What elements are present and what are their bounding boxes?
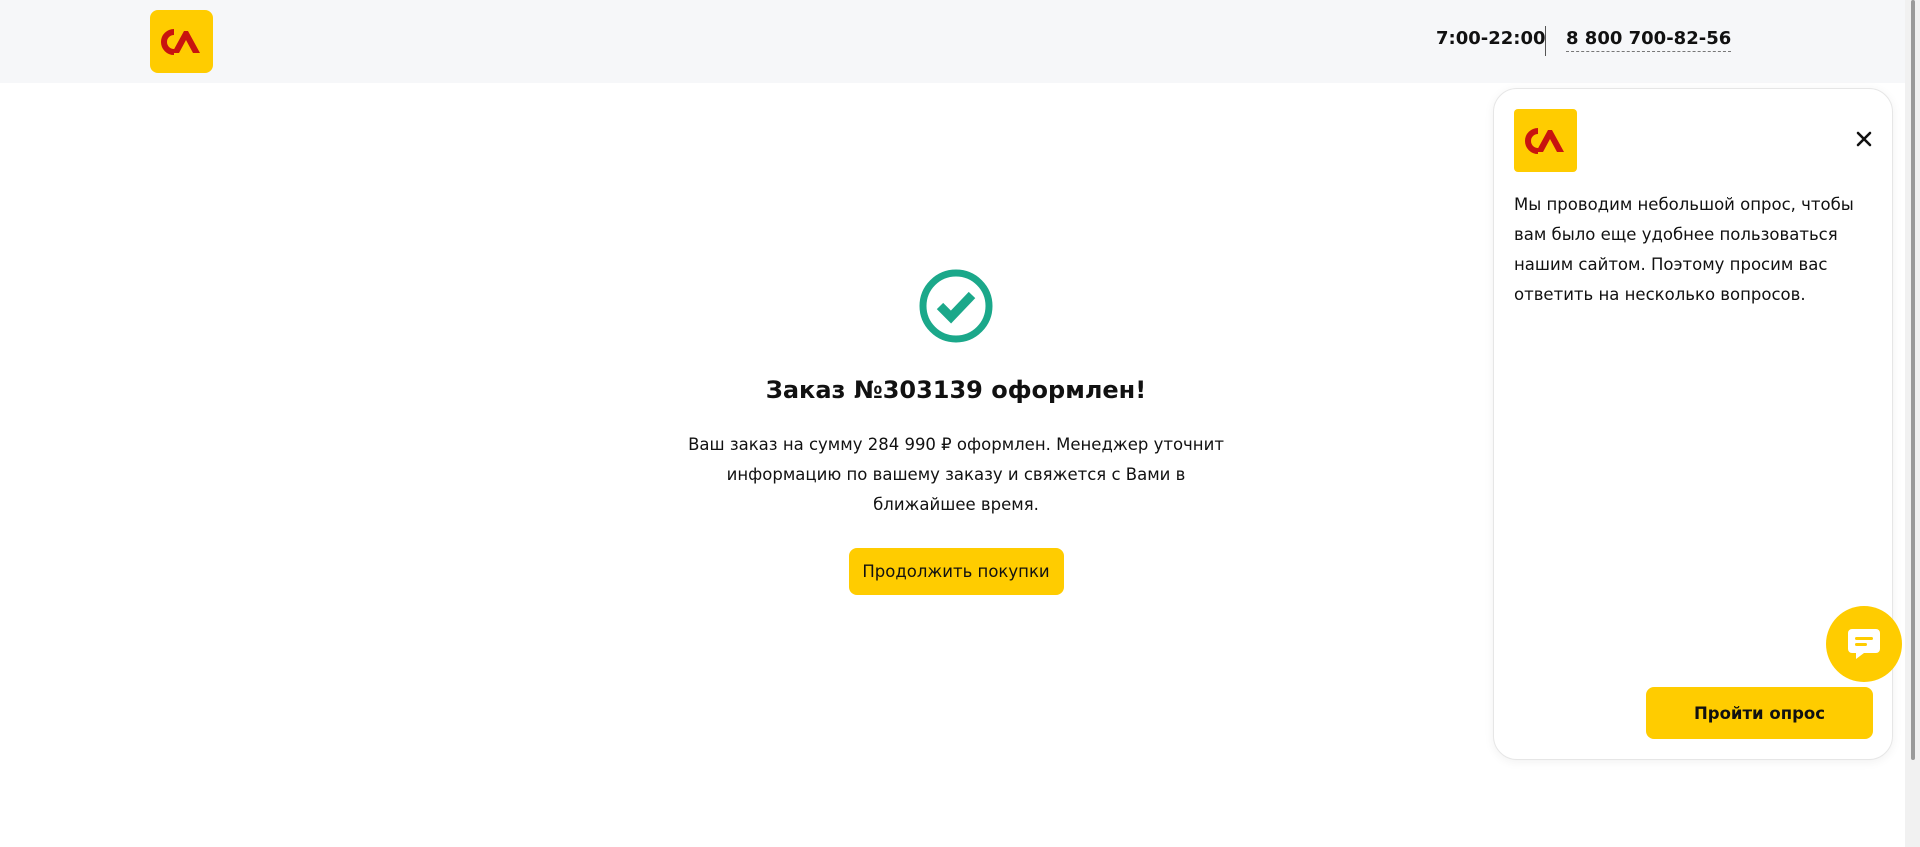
- confirmation-message: Ваш заказ на сумму 284 990 ₽ оформлен. М…: [688, 435, 1224, 514]
- check-circle-icon: [919, 269, 993, 343]
- confirmation-title: Заказ №303139 оформлен!: [765, 376, 1147, 404]
- survey-logo: [1514, 109, 1577, 172]
- sa-logo-icon: [160, 28, 200, 55]
- survey-text: Мы проводим небольшой опрос, чтобы вам б…: [1514, 195, 1854, 304]
- site-logo[interactable]: [150, 10, 213, 73]
- chat-button[interactable]: [1826, 606, 1902, 682]
- phone-link[interactable]: 8 800 700-82-56: [1566, 28, 1732, 52]
- survey-close-button[interactable]: [1852, 127, 1876, 151]
- chat-icon: [1848, 629, 1880, 659]
- page: 7:00-22:00 8 800 700-82-56 Заказ №303139…: [0, 0, 1920, 847]
- header-divider: [1545, 26, 1546, 56]
- order-confirmation: Заказ №303139 оформлен! Ваш заказ на сум…: [640, 268, 1272, 595]
- continue-shopping-button[interactable]: Продолжить покупки: [848, 548, 1064, 595]
- scrollbar-thumb[interactable]: [1911, 0, 1915, 760]
- close-icon: [1856, 131, 1872, 147]
- site-header: 7:00-22:00 8 800 700-82-56: [0, 0, 1905, 83]
- working-hours: 7:00-22:00: [1436, 28, 1546, 49]
- take-survey-button[interactable]: Пройти опрос: [1646, 687, 1873, 739]
- sa-logo-icon: [1524, 127, 1564, 154]
